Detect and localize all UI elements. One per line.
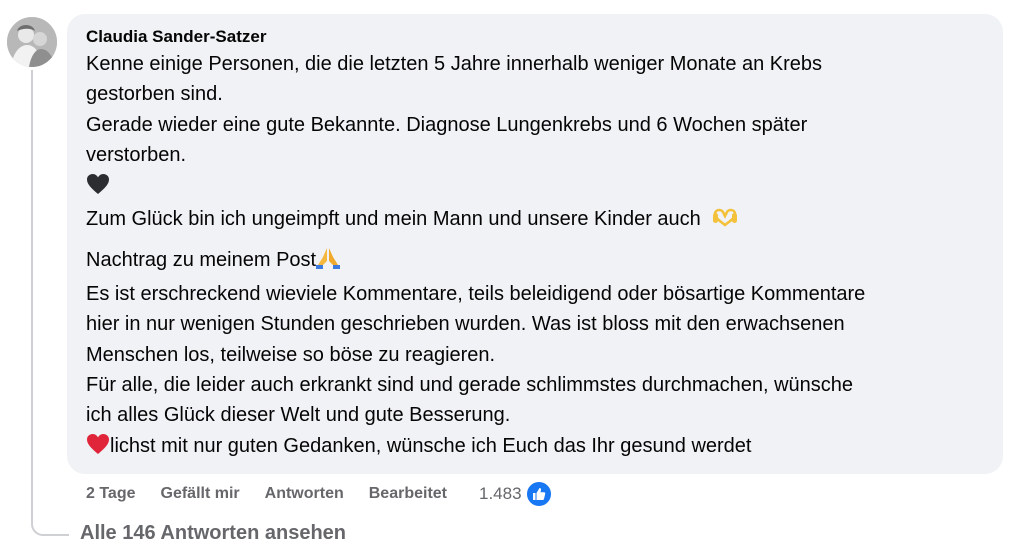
- comment-line: Für alle, die leider auch erkrankt sind …: [86, 374, 854, 397]
- like-reaction-icon: [524, 480, 553, 508]
- comment-bubble: Claudia Sander-Satzer Kenne einige Perso…: [67, 14, 1003, 474]
- view-all-replies-link[interactable]: Alle 146 Antworten ansehen: [80, 522, 346, 545]
- reaction-summary[interactable]: 1.483: [479, 480, 553, 508]
- comment-line: Nachtrag zu meinem Post: [86, 245, 985, 278]
- comment-line: ich alles Glück dieser Welt und gute Bes…: [86, 404, 511, 427]
- comment-line: Kenne einige Personen, die die letzten 5…: [86, 53, 823, 75]
- comment-line: hier in nur wenigen Stunden geschrieben …: [86, 313, 845, 336]
- comment-line: lichst mit nur guten Gedanken, wünsche i…: [86, 431, 985, 464]
- reaction-count: 1.483: [479, 484, 522, 503]
- timestamp-link[interactable]: 2 Tage: [86, 485, 136, 503]
- avatar[interactable]: [7, 17, 57, 67]
- comment-actions: 2 Tage Gefällt mir Antworten Bearbeitet …: [86, 480, 553, 508]
- comment-line-emoji: [86, 171, 985, 204]
- like-button[interactable]: Gefällt mir: [161, 485, 240, 503]
- comment-line-text: Zum Glück bin ich ungeimpft und mein Man…: [86, 208, 701, 231]
- avatar-photo-icon: [7, 17, 57, 67]
- heart-hands-icon: [712, 207, 738, 237]
- comment-line-text: lichst mit nur guten Gedanken, wünsche i…: [110, 434, 752, 457]
- comment-author[interactable]: Claudia Sander-Satzer: [86, 26, 985, 48]
- comment-line: Es ist erschreckend wieviele Kommentare,…: [86, 282, 866, 305]
- reply-button[interactable]: Antworten: [265, 485, 344, 503]
- comment-line: gestorben sind.: [86, 83, 223, 106]
- red-heart-icon: [86, 433, 110, 464]
- comment-line: Gerade wieder eine gute Bekannte. Diagno…: [86, 113, 808, 136]
- comment-line: verstorben.: [86, 144, 187, 167]
- comment-line: Menschen los, teilweise so böse zu reagi…: [86, 343, 496, 366]
- edited-label[interactable]: Bearbeitet: [369, 485, 447, 503]
- black-heart-icon: [86, 173, 110, 204]
- comment-line: Zum Glück bin ich ungeimpft und mein Man…: [86, 204, 985, 237]
- comment-line-text: Nachtrag zu meinem Post: [86, 249, 317, 272]
- folded-hands-icon: [316, 245, 341, 278]
- reply-thread-line: [31, 70, 69, 536]
